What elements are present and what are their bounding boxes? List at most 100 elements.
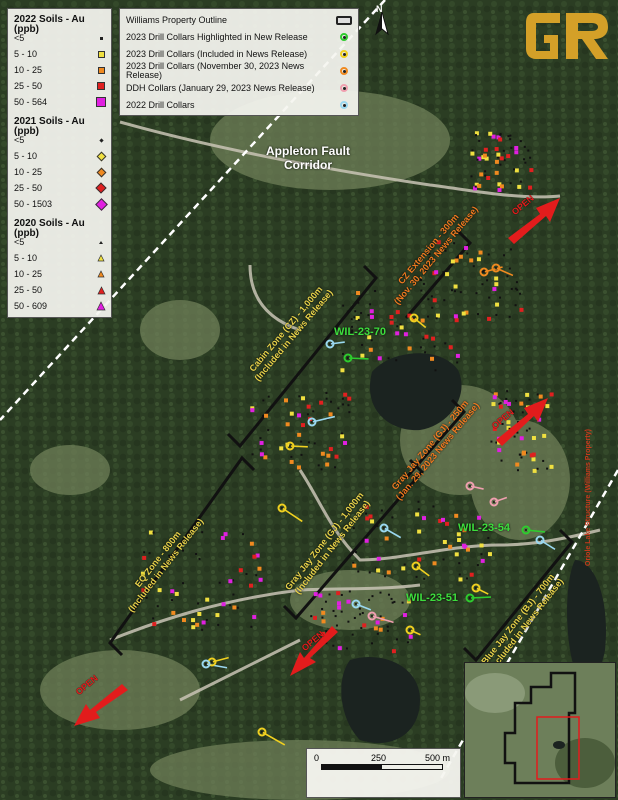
soil-sample-marker bbox=[342, 352, 345, 355]
soil-sample-marker bbox=[197, 602, 200, 605]
legend-collars-included: 2023 Drill Collars (Included in News Rel… bbox=[126, 46, 352, 62]
drill-collar-center bbox=[261, 731, 263, 733]
fault-label-line2: Corridor bbox=[284, 158, 332, 173]
soil-sample-marker bbox=[509, 138, 512, 141]
soil-sample-marker bbox=[461, 543, 466, 548]
legend-collars-nov30: 2023 Drill Collars (November 30, 2023 Ne… bbox=[126, 62, 352, 80]
soil-sample-marker bbox=[435, 313, 440, 318]
soil-sample-marker bbox=[476, 257, 481, 262]
soil-sample-marker bbox=[312, 615, 317, 620]
soil-sample-marker bbox=[300, 453, 303, 456]
soil-sample-marker bbox=[432, 505, 435, 508]
legend-label: 5 - 10 bbox=[14, 48, 38, 59]
soil-sample-marker bbox=[456, 361, 459, 364]
soil-sample-marker bbox=[377, 356, 382, 361]
legend-label: 50 - 564 bbox=[14, 96, 48, 107]
legend-label: 10 - 25 bbox=[14, 166, 43, 177]
legend-2021-lt5: <5 bbox=[14, 133, 106, 147]
diamond-marker-icon bbox=[95, 182, 107, 194]
soil-sample-marker bbox=[529, 453, 534, 458]
soil-sample-marker bbox=[426, 315, 429, 318]
soil-sample-marker bbox=[519, 307, 524, 312]
soil-sample-marker bbox=[218, 581, 221, 584]
soil-sample-marker bbox=[326, 453, 331, 458]
soil-sample-marker bbox=[442, 539, 447, 544]
soil-sample-marker bbox=[201, 628, 204, 631]
soil-sample-marker bbox=[325, 391, 328, 394]
soil-sample-marker bbox=[379, 591, 382, 594]
soil-sample-marker bbox=[500, 459, 503, 462]
soil-sample-marker bbox=[424, 351, 427, 354]
legend-2020-5-10: 5 - 10 bbox=[14, 251, 106, 265]
soil-sample-marker bbox=[479, 172, 484, 177]
soil-sample-marker bbox=[497, 448, 502, 453]
soil-sample-marker bbox=[499, 296, 502, 299]
soil-sample-marker bbox=[191, 625, 196, 630]
soil-sample-marker bbox=[182, 618, 187, 623]
soil-sample-marker bbox=[257, 566, 262, 571]
soil-sample-marker bbox=[232, 605, 237, 610]
soil-sample-marker bbox=[499, 133, 502, 136]
drill-collar-center bbox=[469, 597, 471, 599]
soil-sample-marker bbox=[430, 356, 435, 361]
soil-sample-marker bbox=[334, 615, 337, 618]
soil-sample-marker bbox=[358, 607, 361, 610]
soil-sample-marker bbox=[454, 318, 459, 323]
soil-sample-marker bbox=[519, 292, 522, 295]
soil-sample-marker bbox=[312, 410, 315, 413]
soil-sample-marker bbox=[328, 412, 333, 417]
soil-sample-marker bbox=[524, 161, 527, 164]
soil-sample-marker bbox=[263, 455, 268, 460]
collar-ring-icon bbox=[336, 67, 352, 75]
legend-2020-50-609: 50 - 609 bbox=[14, 299, 106, 313]
soil-sample-marker bbox=[549, 392, 554, 397]
soil-sample-marker bbox=[487, 253, 490, 256]
soil-sample-marker bbox=[431, 336, 436, 341]
soil-sample-marker bbox=[258, 577, 263, 582]
legend-2022-collars: 2022 Drill Collars bbox=[126, 97, 352, 113]
soil-sample-marker bbox=[395, 359, 398, 362]
soil-sample-marker bbox=[518, 453, 521, 456]
soil-sample-marker bbox=[195, 552, 198, 555]
soil-sample-marker bbox=[514, 150, 519, 155]
legend-label: 10 - 25 bbox=[14, 64, 43, 75]
soil-sample-marker bbox=[515, 281, 518, 284]
drill-collar-center bbox=[329, 343, 331, 345]
soil-sample-marker bbox=[324, 600, 327, 603]
soil-sample-marker bbox=[454, 513, 459, 518]
soil-sample-marker bbox=[353, 316, 356, 319]
soil-sample-marker bbox=[399, 325, 404, 330]
soil-sample-marker bbox=[386, 629, 389, 632]
soil-sample-marker bbox=[259, 437, 262, 440]
soil-sample-marker bbox=[198, 557, 201, 560]
soil-sample-marker bbox=[345, 647, 348, 650]
drill-collar-center bbox=[415, 565, 417, 567]
soil-sample-marker bbox=[376, 525, 379, 528]
soil-sample-marker bbox=[264, 413, 269, 418]
soil-sample-marker bbox=[484, 170, 487, 173]
soil-sample-marker bbox=[181, 582, 184, 585]
soil-sample-marker bbox=[496, 152, 501, 157]
legend-2021-5-10: 5 - 10 bbox=[14, 149, 106, 163]
fault-label-line1: Appleton Fault bbox=[266, 144, 350, 158]
soil-sample-marker bbox=[444, 342, 447, 345]
soil-sample-marker bbox=[420, 318, 425, 323]
soil-sample-marker bbox=[519, 180, 522, 183]
drill-collar-center bbox=[483, 271, 485, 273]
soil-sample-marker bbox=[325, 462, 330, 467]
soil-sample-marker bbox=[384, 575, 387, 578]
drill-collar-center bbox=[539, 539, 541, 541]
soil-sample-marker bbox=[320, 451, 325, 456]
soil-sample-marker bbox=[453, 314, 458, 319]
soil-sample-marker bbox=[457, 537, 462, 542]
soil-sample-marker bbox=[453, 284, 458, 289]
legend-label: <5 bbox=[14, 236, 25, 247]
soil-sample-marker bbox=[357, 318, 360, 321]
soil-sample-marker bbox=[510, 146, 513, 149]
legend-ddh-collars: DDH Collars (January 29, 2023 News Relea… bbox=[126, 80, 352, 96]
soil-sample-marker bbox=[395, 331, 400, 336]
soil-sample-marker bbox=[343, 392, 348, 397]
soil-sample-marker bbox=[262, 399, 265, 402]
soil-sample-marker bbox=[391, 516, 394, 519]
soil-sample-marker bbox=[205, 597, 210, 602]
